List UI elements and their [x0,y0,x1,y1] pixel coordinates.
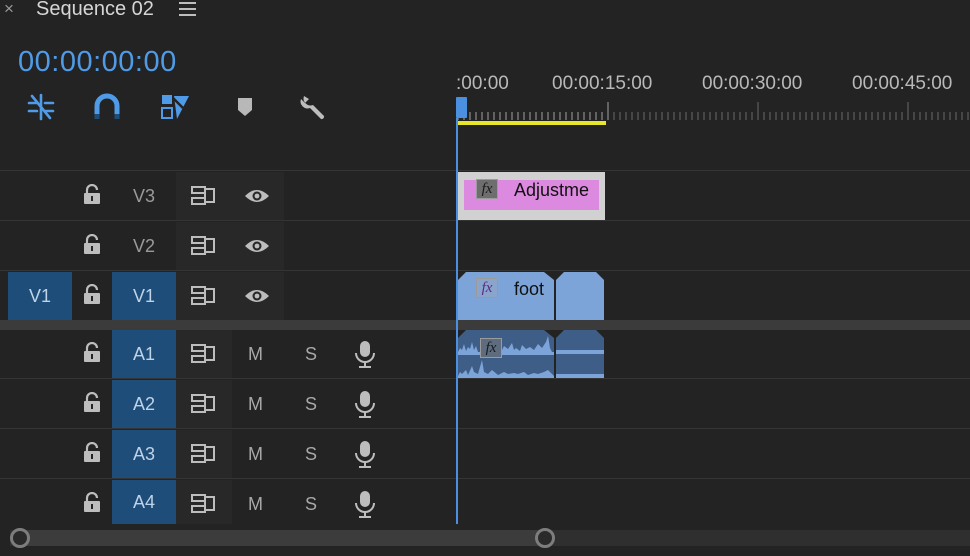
track-lock-icon[interactable] [82,441,102,469]
eye-icon[interactable] [243,287,271,310]
scrollbar-right-handle[interactable] [535,528,555,548]
magnet-icon[interactable] [90,90,124,124]
ruler-label: 00:00:15:00 [552,73,653,94]
video-clip[interactable]: fx foot [458,272,554,320]
playhead-line[interactable] [456,118,458,524]
solo-button[interactable]: S [305,444,317,465]
track-target-a3[interactable]: A3 [112,430,176,478]
track-lock-icon[interactable] [82,183,102,211]
sync-lock-icon[interactable] [190,343,216,370]
audio-clip[interactable]: fx [458,330,554,378]
sync-lock-icon[interactable] [190,185,216,212]
track-lock-icon[interactable] [82,283,102,311]
track-divider [0,220,970,221]
wrench-settings-icon[interactable] [296,90,330,124]
sync-lock-icon[interactable] [190,443,216,470]
track-name-v3[interactable]: V3 [112,186,176,207]
playhead-handle[interactable] [456,97,467,118]
snap-in-timeline-icon[interactable] [24,90,58,124]
mute-button[interactable]: M [248,494,263,515]
hamburger-menu-icon[interactable] [179,2,196,16]
ruler-label: :00:00 [456,73,509,94]
track-divider [0,378,970,379]
add-marker-icon[interactable] [228,90,262,124]
track-divider [0,270,970,271]
linked-selection-icon[interactable] [158,90,192,124]
audio-clip[interactable] [556,330,604,378]
eye-icon[interactable] [243,187,271,210]
sequence-title: Sequence 02 [36,0,154,20]
track-lock-icon[interactable] [82,341,102,369]
ruler-label: 00:00:45:00 [852,73,953,94]
track-lock-icon[interactable] [82,233,102,261]
track-target-v1[interactable]: V1 [112,272,176,320]
solo-button[interactable]: S [305,494,317,515]
in-out-range-bar[interactable] [456,121,606,125]
sync-lock-icon[interactable] [190,285,216,312]
microphone-icon[interactable] [354,340,376,373]
track-target-a4[interactable]: A4 [112,480,176,524]
playhead-timecode[interactable]: 00:00:00:00 [18,46,177,79]
track-target-a1[interactable]: A1 [112,330,176,378]
scrollbar-thumb[interactable] [10,530,550,546]
clip-label: Adjustme [514,180,590,200]
eye-icon[interactable] [243,237,271,260]
audio-waveform [458,330,554,378]
video-audio-separator[interactable] [0,320,970,330]
sync-lock-icon[interactable] [190,493,216,520]
close-panel-button[interactable]: × [4,0,14,19]
solo-button[interactable]: S [305,344,317,365]
track-divider [0,478,970,479]
microphone-icon[interactable] [354,390,376,423]
track-lock-icon[interactable] [82,391,102,419]
source-patch-v1[interactable]: V1 [8,272,72,320]
audio-waveform [556,330,604,378]
microphone-icon[interactable] [354,490,376,523]
sync-lock-icon[interactable] [190,235,216,262]
microphone-icon[interactable] [354,440,376,473]
sync-lock-icon[interactable] [190,393,216,420]
fx-badge-icon: fx [476,179,498,199]
track-lock-icon[interactable] [82,491,102,519]
fx-badge-icon: fx [480,338,502,358]
solo-button[interactable]: S [305,394,317,415]
track-divider [0,170,970,171]
video-clip[interactable] [556,272,604,320]
ruler-label: 00:00:30:00 [702,73,803,94]
adjustment-layer-clip[interactable]: fx Adjustme [458,172,605,220]
track-target-a2[interactable]: A2 [112,380,176,428]
mute-button[interactable]: M [248,444,263,465]
mute-button[interactable]: M [248,394,263,415]
time-ruler[interactable]: :00:00 00:00:15:00 00:00:30:00 00:00:45:… [456,60,970,160]
track-divider [0,428,970,429]
scrollbar-left-handle[interactable] [10,528,30,548]
track-name-v2[interactable]: V2 [112,236,176,257]
mute-button[interactable]: M [248,344,263,365]
